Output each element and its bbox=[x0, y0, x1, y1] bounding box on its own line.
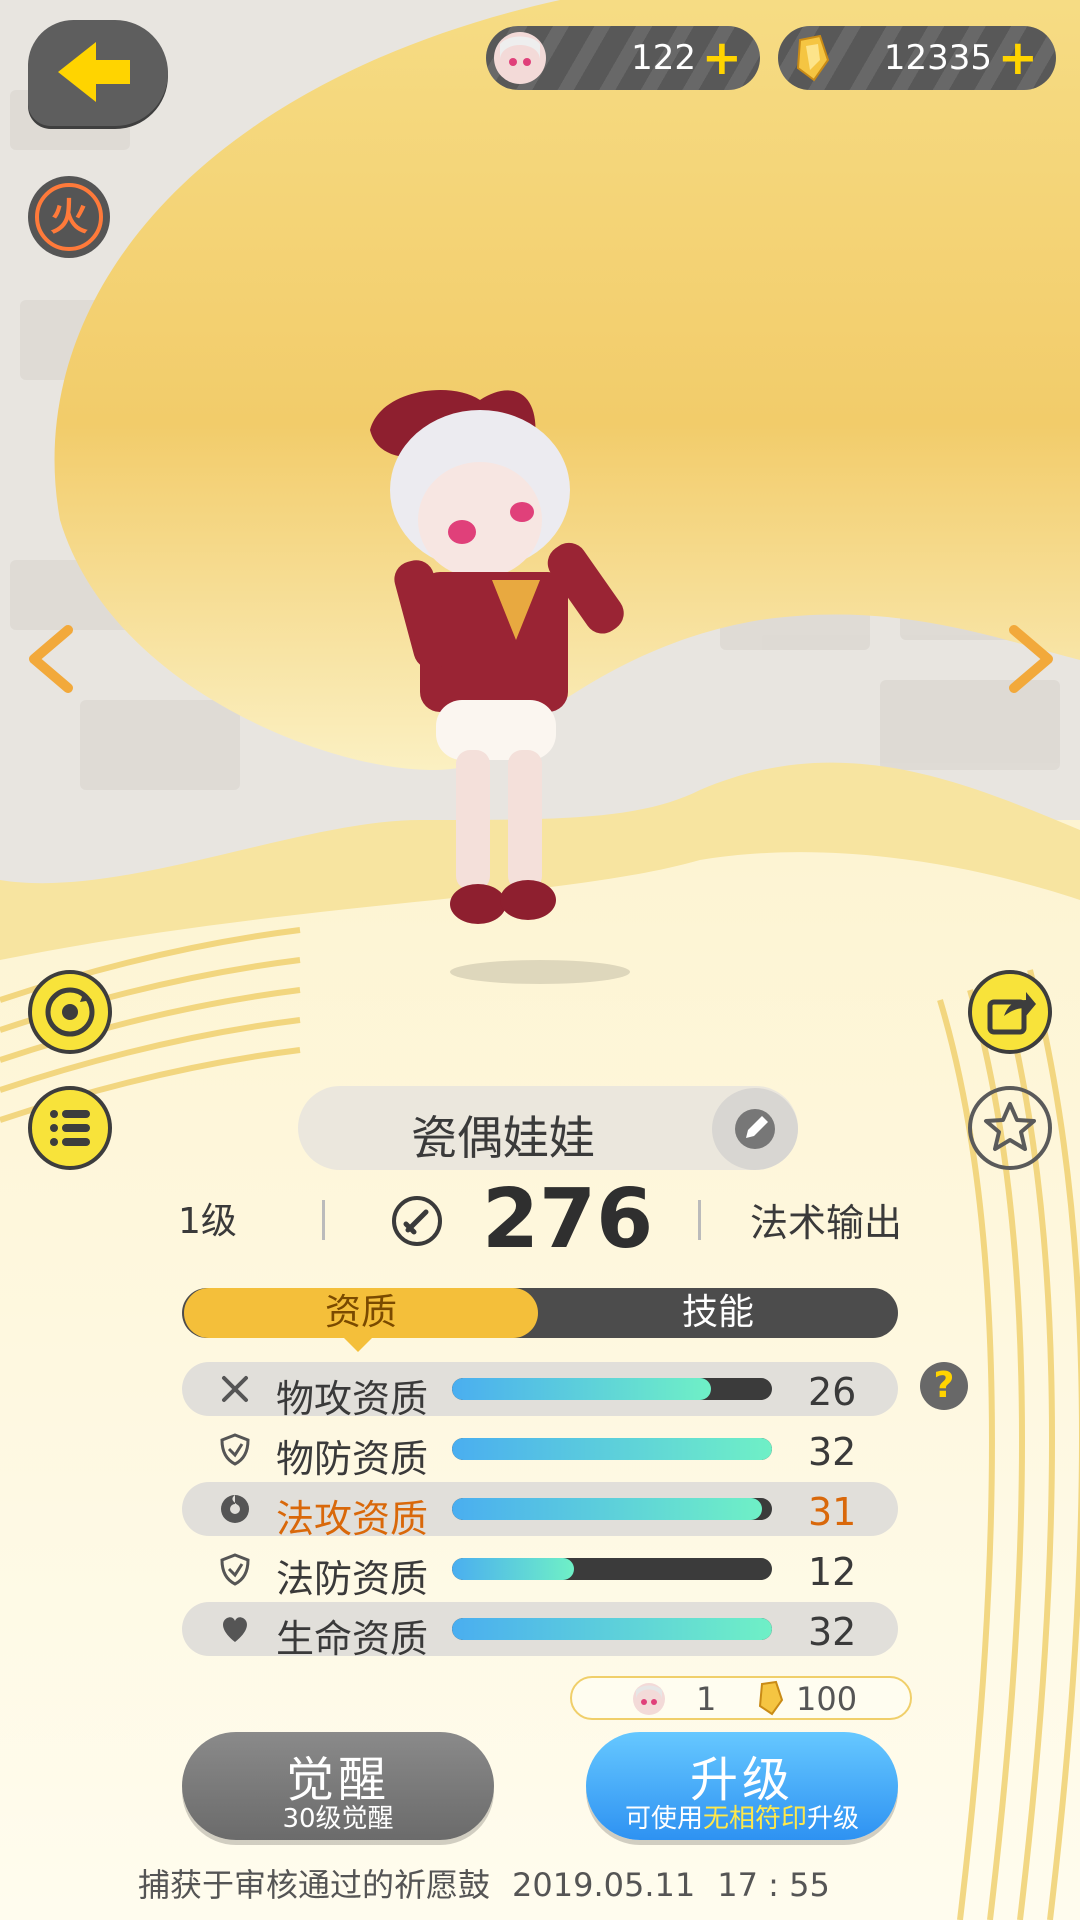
divider bbox=[322, 1200, 325, 1240]
attribute-value: 12 bbox=[808, 1550, 857, 1594]
pencil-icon bbox=[735, 1109, 775, 1149]
pet-level: 1级 bbox=[178, 1201, 237, 1242]
divider bbox=[698, 1200, 701, 1240]
share-button[interactable] bbox=[968, 970, 1052, 1054]
fire-element-icon: 火 bbox=[35, 183, 103, 251]
back-arrow-icon bbox=[58, 42, 130, 102]
magic-icon bbox=[221, 1495, 249, 1523]
ticket-icon bbox=[494, 32, 546, 84]
capture-time: 17 : 55 bbox=[717, 1866, 830, 1904]
gold-cost: 100 bbox=[796, 1680, 858, 1718]
gold-crystal-icon bbox=[758, 1680, 784, 1716]
attribute-value: 32 bbox=[808, 1430, 857, 1474]
attribute-bar bbox=[452, 1558, 772, 1580]
shield-icon bbox=[220, 1433, 250, 1466]
ticket-icon bbox=[633, 1683, 665, 1715]
previous-pet-button[interactable] bbox=[22, 624, 82, 694]
share-icon bbox=[987, 992, 1036, 1035]
attribute-label: 物攻资质 bbox=[276, 1377, 429, 1421]
sword-icon bbox=[222, 1376, 248, 1402]
capture-info: 捕获于审核通过的祈愿鼓 2019.05.11 17 : 55 bbox=[138, 1860, 852, 1906]
ticket-currency: 122 + bbox=[486, 26, 760, 90]
capture-source: 捕获于审核通过的祈愿鼓 bbox=[138, 1866, 491, 1904]
upgrade-hint-pre: 可使用 bbox=[624, 1804, 703, 1834]
add-ticket-button[interactable]: + bbox=[702, 30, 742, 86]
attribute-bar-fill bbox=[452, 1498, 763, 1520]
attribute-bar bbox=[452, 1498, 772, 1520]
attribute-label: 法防资质 bbox=[276, 1557, 429, 1601]
attribute-bar bbox=[452, 1438, 772, 1460]
combat-power-value: 276 bbox=[482, 1172, 654, 1267]
tab-skills[interactable]: 技能 bbox=[538, 1288, 898, 1338]
attribute-bar-fill bbox=[452, 1558, 574, 1580]
star-icon bbox=[984, 1102, 1036, 1151]
attribute-label: 法攻资质 bbox=[276, 1497, 429, 1541]
heart-icon bbox=[223, 1617, 247, 1642]
shield-icon bbox=[220, 1553, 250, 1586]
attribute-bar bbox=[452, 1378, 772, 1400]
ticket-count: 122 bbox=[631, 38, 696, 78]
awaken-requirement: 30级觉醒 bbox=[282, 1804, 394, 1834]
attribute-row: 法防资质 12 bbox=[182, 1542, 898, 1601]
upgrade-cost: 1 100 bbox=[570, 1676, 912, 1720]
attribute-value: 32 bbox=[808, 1610, 857, 1654]
tab-aptitude[interactable]: 资质 bbox=[184, 1288, 538, 1338]
list-icon bbox=[50, 1110, 90, 1146]
attribute-row: 物攻资质 26 bbox=[182, 1362, 898, 1421]
add-gold-button[interactable]: + bbox=[998, 30, 1038, 86]
attribute-bar-fill bbox=[452, 1438, 772, 1460]
pet-role: 法术输出 bbox=[750, 1201, 903, 1245]
attribute-label: 物防资质 bbox=[276, 1437, 429, 1481]
active-tab-pointer bbox=[344, 1338, 372, 1352]
attribute-bar-fill bbox=[452, 1618, 772, 1640]
upgrade-button[interactable]: 升级 可使用无相符印升级 bbox=[586, 1732, 898, 1840]
rename-button[interactable] bbox=[712, 1088, 798, 1170]
upgrade-hint-post: 升级 bbox=[807, 1804, 860, 1834]
attribute-value: 31 bbox=[808, 1490, 857, 1534]
next-pet-button[interactable] bbox=[1000, 624, 1060, 694]
attribute-bar bbox=[452, 1618, 772, 1640]
awaken-button[interactable]: 觉醒 30级觉醒 bbox=[182, 1732, 494, 1840]
back-button[interactable] bbox=[28, 20, 168, 126]
attribute-label: 生命资质 bbox=[276, 1617, 429, 1661]
element-badge[interactable]: 火 bbox=[28, 176, 110, 258]
ticket-cost: 1 bbox=[696, 1680, 717, 1718]
attribute-row: 法攻资质 31 bbox=[182, 1482, 898, 1541]
pet-name: 瓷偶娃娃 bbox=[411, 1111, 595, 1165]
gold-count: 12335 bbox=[883, 38, 992, 78]
upgrade-hint: 可使用无相符印升级 bbox=[586, 1798, 898, 1835]
refresh-icon bbox=[45, 987, 95, 1037]
attribute-row: 物防资质 32 bbox=[182, 1422, 898, 1481]
gold-currency: 12335 + bbox=[778, 26, 1056, 90]
gold-crystal-icon bbox=[796, 34, 830, 82]
menu-list-button[interactable] bbox=[28, 1086, 112, 1170]
reset-button[interactable] bbox=[28, 970, 112, 1054]
help-button[interactable]: ? bbox=[920, 1362, 968, 1410]
attribute-bar-fill bbox=[452, 1378, 712, 1400]
attribute-row: 生命资质 32 bbox=[182, 1602, 898, 1661]
combat-power-icon bbox=[392, 1196, 442, 1246]
attribute-tabs: 资质 技能 bbox=[182, 1288, 898, 1338]
favorite-button[interactable] bbox=[968, 1086, 1052, 1170]
capture-date: 2019.05.11 bbox=[512, 1866, 696, 1904]
upgrade-hint-item: 无相符印 bbox=[702, 1804, 807, 1834]
attribute-value: 26 bbox=[808, 1370, 857, 1414]
